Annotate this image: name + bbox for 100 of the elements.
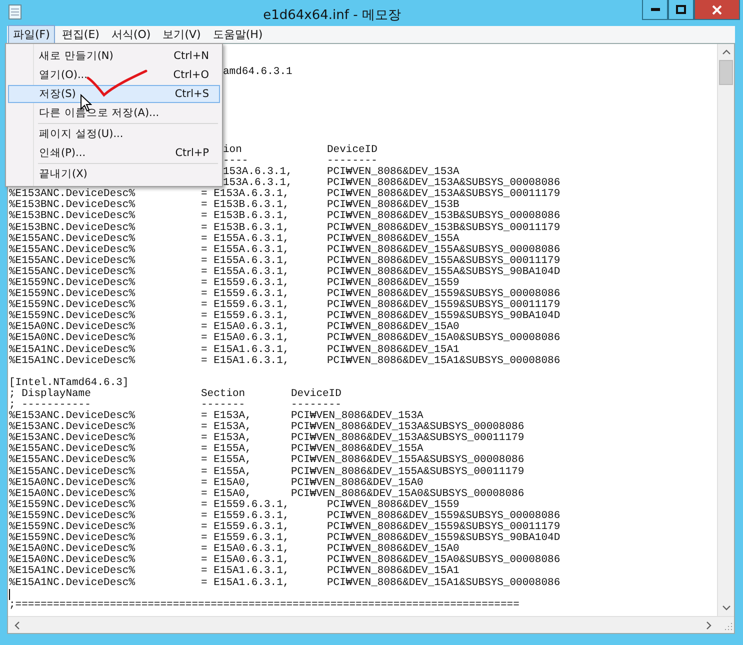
- menu-item[interactable]: 인쇄(P)... Ctrl+P: [8, 144, 220, 162]
- code-text: PCI₩VEN_8086&DEV_153A: [291, 411, 424, 422]
- code-text: = E153A,: [201, 410, 252, 422]
- code-text: = E15A1.6.3.1,: [201, 565, 290, 578]
- code-text: PCI₩VEN_8086&DEV_155A: [291, 444, 424, 456]
- code-text: = E155A.6.3.1,: [201, 266, 290, 278]
- code-text: = E15A0,: [201, 488, 252, 500]
- menu-item[interactable]: 저장(S) Ctrl+S: [8, 85, 220, 103]
- code-text: --------: [327, 156, 378, 167]
- code-text: %E15A0NC.DeviceDesc%: [9, 488, 136, 500]
- menu-item[interactable]: 페이지 설정(U)...: [8, 125, 220, 143]
- code-text: %E15A0NC.DeviceDesc%: [9, 476, 136, 489]
- code-text: = E1559.6.3.1,: [201, 299, 290, 312]
- code-text: %E15A0NC.DeviceDesc%: [9, 543, 136, 556]
- code-text: = E15A0.6.3.1,: [201, 321, 290, 334]
- code-text: PCI₩VEN_8086&DEV_1559&SUBSYS_00011179: [327, 300, 560, 312]
- code-text: PCI₩VEN_8086&DEV_1559: [327, 500, 460, 511]
- code-text: = E15A0.6.3.1,: [201, 554, 290, 566]
- code-text: %E15A1NC.DeviceDesc%: [9, 565, 136, 578]
- code-text: PCI₩VEN_8086&DEV_15A0: [291, 478, 424, 489]
- code-text: = E15A0.6.3.1,: [201, 543, 290, 556]
- minimize-icon: [650, 8, 660, 11]
- close-button[interactable]: [694, 0, 740, 20]
- scroll-left-icon[interactable]: [14, 620, 20, 630]
- menu-bar-item[interactable]: 서식(O): [106, 25, 156, 44]
- code-text: = E153A.6.3.1,: [201, 188, 290, 200]
- code-text: amd64.6.3.1: [223, 66, 292, 78]
- code-text: %E153ANC.DeviceDesc%: [9, 410, 136, 422]
- close-icon: [712, 4, 722, 14]
- menu-bar-item[interactable]: 편집(E): [56, 25, 104, 44]
- menu-item[interactable]: 열기(O)... Ctrl+O: [8, 66, 220, 84]
- code-text: PCI₩VEN_8086&DEV_155A&SUBSYS_00008086: [327, 244, 560, 256]
- code-text: PCI₩VEN_8086&DEV_1559&SUBSYS_90BA104D: [327, 311, 560, 322]
- code-text: %E155ANC.DeviceDesc%: [9, 244, 136, 256]
- code-text: DeviceID: [291, 388, 342, 400]
- code-text: = E1559.6.3.1,: [201, 276, 290, 289]
- code-text: %E1559NC.DeviceDesc%: [9, 510, 136, 522]
- minimize-button[interactable]: [642, 0, 668, 20]
- code-text: %E153ANC.DeviceDesc%: [9, 432, 136, 444]
- code-text: ; DisplayName: [9, 388, 91, 400]
- code-text: = E153B.6.3.1,: [201, 199, 290, 212]
- code-text: PCI₩VEN_8086&DEV_15A1: [327, 344, 460, 356]
- code-text: PCI₩VEN_8086&DEV_15A1: [327, 566, 460, 578]
- code-text: PCI₩VEN_8086&DEV_1559&SUBSYS_90BA104D: [327, 533, 560, 544]
- code-text: %E15A0NC.DeviceDesc%: [9, 321, 136, 334]
- code-text: %E15A1NC.DeviceDesc%: [9, 344, 136, 356]
- code-text: %E15A0NC.DeviceDesc%: [9, 554, 136, 566]
- code-text: %E155ANC.DeviceDesc%: [9, 443, 136, 456]
- menu-bar-item[interactable]: 보기(V): [158, 25, 206, 44]
- code-text: PCI₩VEN_8086&DEV_153A&SUBSYS_00011179: [291, 433, 524, 444]
- code-text: PCI₩VEN_8086&DEV_155A&SUBSYS_00008086: [291, 455, 524, 467]
- maximize-icon: [676, 5, 686, 14]
- code-text: %E155ANC.DeviceDesc%: [9, 232, 136, 245]
- code-text: PCI₩VEN_8086&DEV_153A&SUBSYS_00008086: [291, 422, 524, 434]
- menu-item[interactable]: 다른 이름으로 저장(A)...: [8, 104, 220, 122]
- code-text: = E153A,: [201, 421, 252, 434]
- code-text: PCI₩VEN_8086&DEV_15A1&SUBSYS_00008086: [327, 578, 560, 589]
- scroll-up-icon[interactable]: [722, 49, 730, 55]
- menu-bar-item[interactable]: 도움말(H): [208, 25, 268, 44]
- code-text: = E155A,: [201, 454, 252, 466]
- menu-bar-item[interactable]: 파일(F): [8, 25, 55, 44]
- code-text: = E153B.6.3.1,: [201, 210, 290, 222]
- code-text: %E155ANC.DeviceDesc%: [9, 266, 136, 278]
- code-text: PCI₩VEN_8086&DEV_1559&SUBSYS_00011179: [327, 522, 560, 534]
- code-text: = E1559.6.3.1,: [201, 510, 290, 522]
- code-text: PCI₩VEN_8086&DEV_155A&SUBSYS_00011179: [327, 256, 560, 267]
- scroll-down-icon[interactable]: [722, 605, 730, 611]
- horizontal-scrollbar[interactable]: [8, 616, 734, 633]
- code-text: PCI₩VEN_8086&DEV_153A&SUBSYS_00008086: [327, 178, 560, 190]
- code-text: PCI₩VEN_8086&DEV_1559&SUBSYS_00008086: [327, 510, 560, 522]
- code-text: %E15A1NC.DeviceDesc%: [9, 354, 136, 367]
- code-text: PCI₩VEN_8086&DEV_153B: [327, 200, 460, 212]
- code-text: --------: [291, 400, 342, 411]
- code-text: 153A.6.3.1,: [223, 166, 292, 178]
- code-text: %E153ANC.DeviceDesc%: [9, 188, 136, 200]
- code-text: ion: [223, 144, 242, 156]
- code-text: PCI₩VEN_8086&DEV_15A0&SUBSYS_00008086: [327, 333, 560, 345]
- code-text: ; -----------: [9, 399, 91, 411]
- code-text: %E1559NC.DeviceDesc%: [9, 288, 136, 300]
- code-text: %E155ANC.DeviceDesc%: [9, 466, 136, 478]
- menu-item[interactable]: 새로 만들기(N) Ctrl+N: [8, 47, 220, 65]
- scroll-right-icon[interactable]: [706, 620, 712, 630]
- menu-item[interactable]: 끝내기(X): [8, 165, 220, 183]
- code-text: = E1559.6.3.1,: [201, 521, 290, 534]
- code-text: = E153B.6.3.1,: [201, 222, 290, 234]
- maximize-button[interactable]: [668, 0, 694, 20]
- code-text: = E155A.6.3.1,: [201, 232, 290, 245]
- code-text: = E1559.6.3.1,: [201, 288, 290, 300]
- code-text: PCI₩VEN_8086&DEV_1559: [327, 278, 460, 289]
- code-text: = E15A0,: [201, 476, 252, 489]
- code-text: PCI₩VEN_8086&DEV_15A0: [327, 322, 460, 334]
- code-line: [Intel.NTamd64.6.3]: [9, 378, 129, 389]
- code-text: = E155A.6.3.1,: [201, 254, 290, 267]
- scrollbar-thumb[interactable]: [719, 60, 733, 85]
- code-text: %E155ANC.DeviceDesc%: [9, 454, 136, 466]
- code-line: ;================================================================================: [9, 600, 520, 611]
- vertical-scrollbar[interactable]: [717, 44, 734, 616]
- code-text: 153A.6.3.1,: [223, 177, 292, 190]
- code-text: %E1559NC.DeviceDesc%: [9, 299, 136, 312]
- code-text: PCI₩VEN_8086&DEV_15A0&SUBSYS_00008086: [327, 555, 560, 566]
